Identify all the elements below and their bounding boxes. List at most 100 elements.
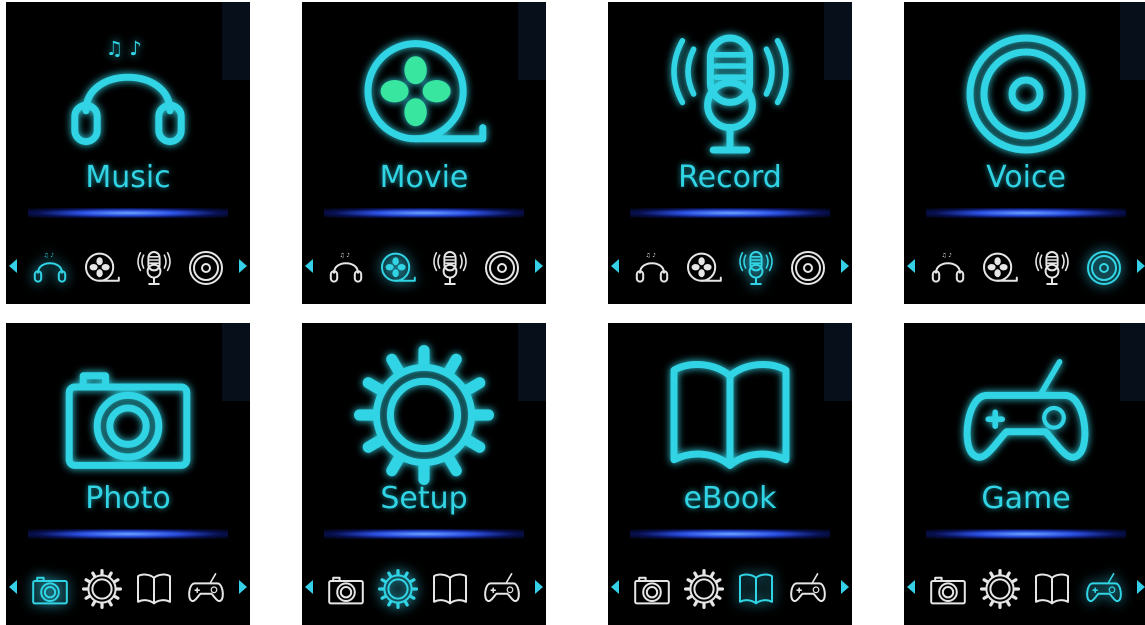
menu-title: eBook	[683, 481, 777, 516]
menu-title: Voice	[986, 160, 1066, 195]
right-arrow-icon[interactable]	[1137, 580, 1145, 594]
selection-glow-bar	[324, 208, 524, 218]
selection-glow-bar	[324, 529, 524, 539]
camera-icon[interactable]	[326, 569, 366, 609]
menu-screen-photo[interactable]: Photo	[6, 323, 250, 625]
left-arrow-icon[interactable]	[907, 259, 915, 273]
menu-title: Game	[981, 481, 1071, 516]
gamepad-icon[interactable]	[788, 569, 828, 609]
icon-carousel	[6, 563, 250, 613]
menu-screen-movie[interactable]: Movie ♫ ♪	[302, 2, 546, 304]
headphones-icon[interactable]: ♫ ♪	[30, 248, 70, 288]
speaker-icon[interactable]	[186, 248, 226, 288]
svg-text:♫ ♪: ♫ ♪	[106, 37, 142, 60]
camera-icon[interactable]	[632, 569, 672, 609]
selection-glow-bar	[926, 208, 1126, 218]
gear-icon	[354, 345, 494, 485]
microphone-icon[interactable]	[736, 248, 776, 288]
book-icon	[660, 345, 800, 475]
headphones-icon[interactable]: ♫ ♪	[326, 248, 366, 288]
screen-corner	[518, 2, 546, 80]
screen-corner	[518, 323, 546, 401]
speaker-icon	[956, 24, 1096, 154]
svg-text:♫ ♪: ♫ ♪	[646, 252, 657, 259]
film-reel-icon[interactable]	[684, 248, 724, 288]
left-arrow-icon[interactable]	[305, 259, 313, 273]
microphone-icon[interactable]	[430, 248, 470, 288]
camera-icon[interactable]	[928, 569, 968, 609]
book-icon[interactable]	[134, 569, 174, 609]
speaker-icon[interactable]	[482, 248, 522, 288]
book-icon[interactable]	[736, 569, 776, 609]
menu-title: Setup	[380, 481, 468, 516]
headphones-icon[interactable]: ♫ ♪	[928, 248, 968, 288]
microphone-icon	[660, 24, 800, 154]
menu-screen-setup[interactable]: Setup	[302, 323, 546, 625]
right-arrow-icon[interactable]	[841, 580, 849, 594]
right-arrow-icon[interactable]	[1137, 259, 1145, 273]
film-reel-icon[interactable]	[378, 248, 418, 288]
icon-carousel: ♫ ♪	[6, 242, 250, 292]
gamepad-icon[interactable]	[186, 569, 226, 609]
left-arrow-icon[interactable]	[9, 580, 17, 594]
headphones-icon: ♫ ♪	[58, 24, 198, 154]
speaker-icon[interactable]	[788, 248, 828, 288]
right-arrow-icon[interactable]	[841, 259, 849, 273]
film-reel-icon	[354, 24, 494, 154]
icon-carousel: ♫ ♪	[302, 242, 546, 292]
screen-corner	[1120, 323, 1145, 401]
gamepad-icon[interactable]	[1084, 569, 1124, 609]
camera-icon	[58, 345, 198, 475]
svg-text:♫ ♪: ♫ ♪	[942, 252, 953, 259]
menu-screen-game[interactable]: Game	[904, 323, 1145, 625]
selection-glow-bar	[630, 529, 830, 539]
icon-carousel: ♫ ♪	[608, 242, 852, 292]
icon-carousel	[904, 563, 1145, 613]
right-arrow-icon[interactable]	[535, 259, 543, 273]
screen-corner	[222, 323, 250, 401]
left-arrow-icon[interactable]	[305, 580, 313, 594]
selection-glow-bar	[630, 208, 830, 218]
menu-title: Music	[85, 160, 171, 195]
screen-corner	[824, 323, 852, 401]
right-arrow-icon[interactable]	[535, 580, 543, 594]
icon-carousel	[302, 563, 546, 613]
gear-icon[interactable]	[684, 569, 724, 609]
book-icon[interactable]	[430, 569, 470, 609]
menu-title: Record	[678, 160, 782, 195]
left-arrow-icon[interactable]	[611, 259, 619, 273]
left-arrow-icon[interactable]	[907, 580, 915, 594]
screen-corner	[1120, 2, 1145, 80]
screen-corner	[222, 2, 250, 80]
left-arrow-icon[interactable]	[9, 259, 17, 273]
gear-icon[interactable]	[378, 569, 418, 609]
screen-corner	[824, 2, 852, 80]
menu-screen-music[interactable]: ♫ ♪ Music ♫ ♪	[6, 2, 250, 304]
icon-carousel: ♫ ♪	[904, 242, 1145, 292]
camera-icon[interactable]	[30, 569, 70, 609]
film-reel-icon[interactable]	[980, 248, 1020, 288]
menu-screen-ebook[interactable]: eBook	[608, 323, 852, 625]
speaker-icon[interactable]	[1084, 248, 1124, 288]
svg-text:♫ ♪: ♫ ♪	[340, 252, 351, 259]
left-arrow-icon[interactable]	[611, 580, 619, 594]
gear-icon[interactable]	[82, 569, 122, 609]
menu-screen-voice[interactable]: Voice ♫ ♪	[904, 2, 1145, 304]
gamepad-icon	[956, 345, 1096, 475]
film-reel-icon[interactable]	[82, 248, 122, 288]
selection-glow-bar	[926, 529, 1126, 539]
book-icon[interactable]	[1032, 569, 1072, 609]
gear-icon[interactable]	[980, 569, 1020, 609]
gamepad-icon[interactable]	[482, 569, 522, 609]
menu-title: Photo	[85, 481, 171, 516]
selection-glow-bar	[28, 529, 228, 539]
menu-title: Movie	[379, 160, 469, 195]
microphone-icon[interactable]	[1032, 248, 1072, 288]
menu-screen-record[interactable]: Record ♫ ♪	[608, 2, 852, 304]
microphone-icon[interactable]	[134, 248, 174, 288]
headphones-icon[interactable]: ♫ ♪	[632, 248, 672, 288]
right-arrow-icon[interactable]	[239, 580, 247, 594]
icon-carousel	[608, 563, 852, 613]
svg-text:♫ ♪: ♫ ♪	[44, 252, 55, 259]
right-arrow-icon[interactable]	[239, 259, 247, 273]
